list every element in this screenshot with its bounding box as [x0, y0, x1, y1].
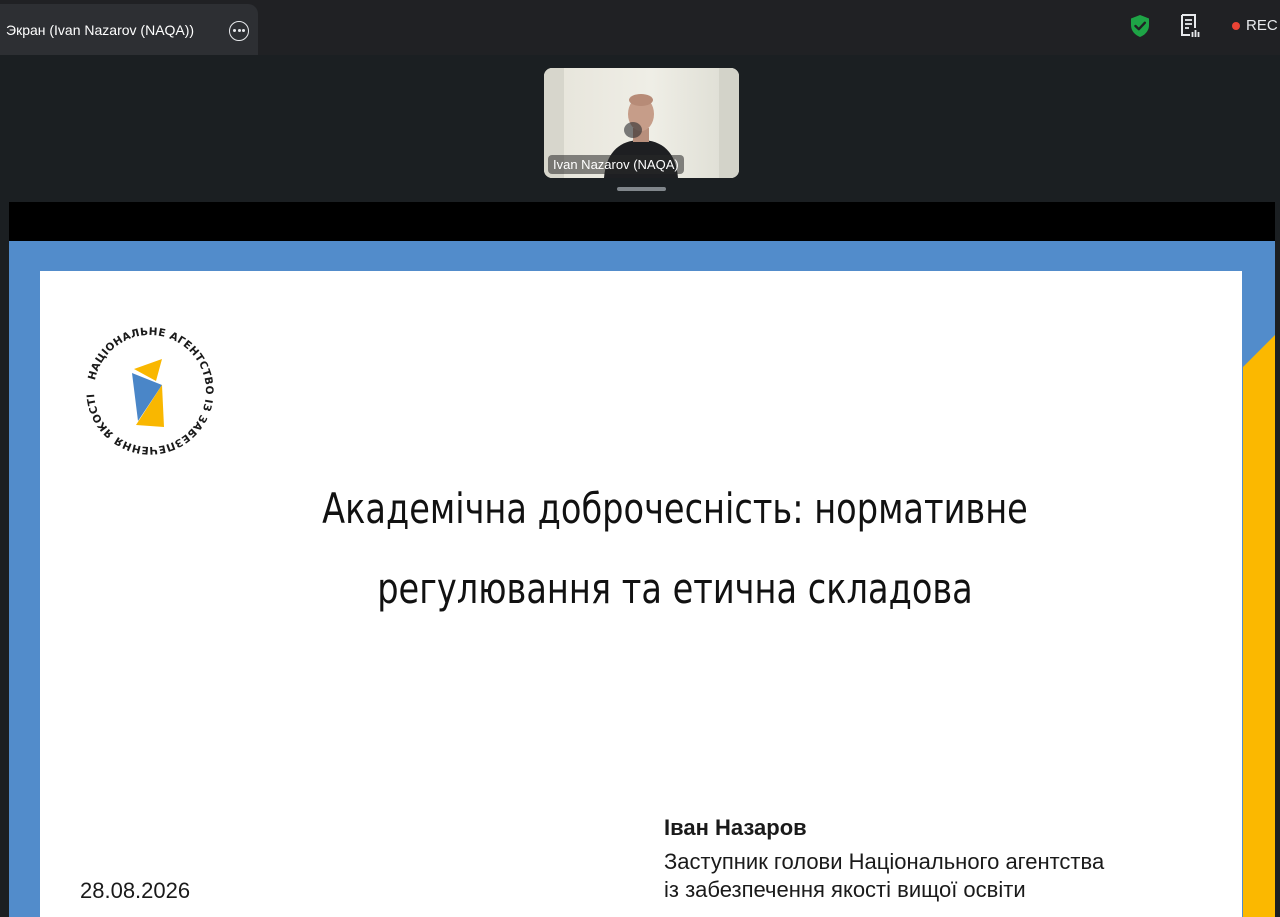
slide-date: 28.08.2026 — [80, 878, 191, 903]
slide-content: НАЦІОНАЛЬНЕ АГЕНТСТВО ІЗ ЗАБЕЗПЕЧЕННЯ ЯК… — [40, 271, 1242, 917]
slide-title-line-2: регулювання та етична складова — [377, 564, 973, 613]
participant-video-tile[interactable]: Ivan Nazarov (NAQA) — [544, 68, 739, 178]
recording-label: REC — [1246, 17, 1278, 34]
meeting-topbar: Экран (Ivan Nazarov (NAQA)) REC — [0, 0, 1280, 55]
slide-accent-stripe — [1243, 327, 1275, 917]
screen-share-tab[interactable]: Экран (Ivan Nazarov (NAQA)) — [0, 4, 258, 55]
filmstrip-drag-handle[interactable] — [617, 187, 666, 191]
presenter-role: Заступник голови Національного агентства… — [664, 848, 1234, 904]
presenter-name: Іван Назаров — [664, 815, 807, 840]
presenter-role-line-2: із забезпечення якості вищої освіти — [664, 877, 1026, 902]
more-horizontal-icon[interactable] — [229, 21, 249, 41]
shield-check-icon[interactable] — [1129, 14, 1151, 38]
presenter-role-line-1: Заступник голови Національного агентства — [664, 849, 1105, 874]
shared-presentation-slide: НАЦІОНАЛЬНЕ АГЕНТСТВО ІЗ ЗАБЕЗПЕЧЕННЯ ЯК… — [9, 241, 1275, 917]
slide-title: Академічна доброчесність: нормативне рег… — [199, 469, 1151, 629]
tab-title: Экран (Ivan Nazarov (NAQA)) — [6, 22, 195, 38]
naqa-logo: НАЦІОНАЛЬНЕ АГЕНТСТВО ІЗ ЗАБЕЗПЕЧЕННЯ ЯК… — [80, 321, 215, 456]
transcript-icon[interactable] — [1179, 13, 1201, 39]
shared-screen-letterbox — [9, 202, 1275, 242]
recording-indicator-dot — [1232, 22, 1240, 30]
participant-name-tag: Ivan Nazarov (NAQA) — [548, 155, 684, 174]
slide-title-line-1: Академічна доброчесність: нормативне — [322, 484, 1028, 533]
